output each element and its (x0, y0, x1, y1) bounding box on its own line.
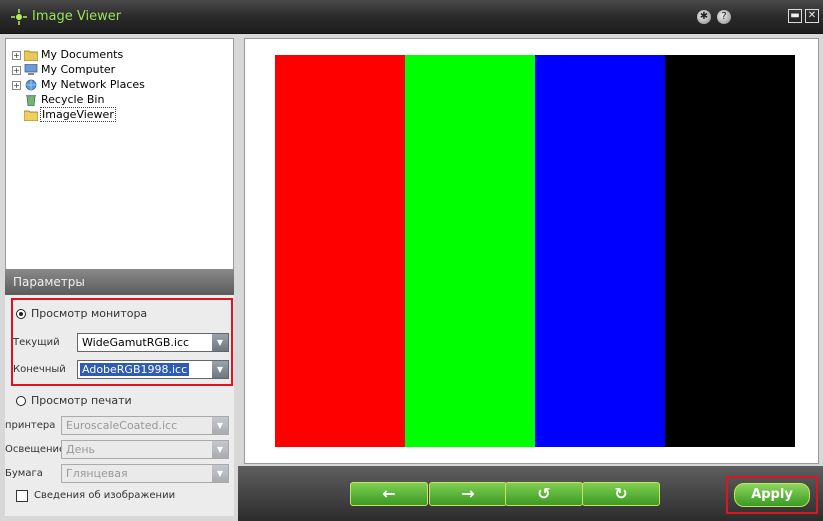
tree-item-label: My Network Places (41, 78, 145, 91)
tree-item-label: Recycle Bin (41, 93, 105, 106)
prev-image-button[interactable]: ← (350, 482, 428, 506)
folder-tree: + My Documents + My Computer + My Network P… (12, 47, 145, 122)
image-info-label: Сведения об изображении (34, 490, 176, 501)
image-canvas (275, 55, 795, 447)
black-stripe (665, 55, 795, 447)
lighting-value: День (66, 443, 96, 456)
next-image-button[interactable]: → (429, 482, 507, 506)
monitor-view-radio[interactable] (16, 309, 26, 319)
paper-label: Бумага (5, 468, 43, 479)
documents-folder-icon (24, 50, 38, 61)
paper-value: Глянцевая (66, 467, 128, 480)
current-profile-value: WideGamutRGB.icc (82, 336, 190, 349)
expand-icon[interactable]: + (12, 65, 21, 75)
apply-button[interactable]: Apply (734, 483, 810, 507)
tree-item-label: ImageViewer (40, 107, 116, 122)
settings-icon[interactable]: ✱ (697, 10, 711, 24)
print-view-label: Просмотр печати (31, 394, 132, 407)
green-stripe (405, 55, 535, 447)
chevron-down-icon: ▼ (212, 334, 228, 351)
folder-icon (24, 110, 38, 121)
printer-label: принтера (5, 420, 56, 431)
tree-item-imageviewer[interactable]: ImageViewer (12, 107, 145, 122)
target-profile-select[interactable]: AdobeRGB1998.icc ▼ (77, 360, 229, 379)
app-logo-icon (11, 9, 27, 25)
rotate-left-button[interactable]: ↺ (505, 482, 583, 506)
target-profile-value: AdobeRGB1998.icc (80, 363, 190, 376)
minimize-icon[interactable]: ▬ (788, 9, 802, 23)
monitor-view-label: Просмотр монитора (31, 307, 148, 320)
tree-item-my-computer[interactable]: + My Computer (12, 62, 145, 77)
tree-item-my-documents[interactable]: + My Documents (12, 47, 145, 62)
chevron-down-icon: ▼ (212, 417, 228, 434)
chevron-down-icon: ▼ (212, 361, 228, 378)
chevron-down-icon: ▼ (212, 465, 228, 482)
expand-icon[interactable]: + (12, 80, 21, 90)
expand-icon[interactable]: + (12, 50, 21, 60)
red-stripe (275, 55, 405, 447)
current-profile-label: Текущий (13, 337, 60, 348)
target-profile-label: Конечный (13, 364, 66, 375)
network-icon (25, 79, 37, 91)
chevron-down-icon: ▼ (212, 441, 228, 458)
title-bar: Image Viewer ✱ ? ▬ ✕ (0, 0, 823, 34)
paper-select[interactable]: Глянцевая ▼ (61, 464, 229, 483)
rotate-right-button[interactable]: ↻ (582, 482, 660, 506)
printer-profile-value: EuroscaleCoated.icc (66, 419, 178, 432)
lighting-select[interactable]: День ▼ (61, 440, 229, 459)
tree-item-label: My Documents (41, 48, 124, 61)
tree-item-label: My Computer (41, 63, 116, 76)
params-header: Параметры (5, 269, 234, 295)
tree-item-recycle-bin[interactable]: Recycle Bin (12, 92, 145, 107)
recycle-bin-icon (26, 95, 36, 106)
help-button[interactable]: ? (717, 10, 731, 24)
blue-stripe (535, 55, 665, 447)
print-view-radio[interactable] (16, 396, 26, 406)
printer-profile-select[interactable]: EuroscaleCoated.icc ▼ (61, 416, 229, 435)
window-title: Image Viewer (32, 9, 122, 24)
current-profile-select[interactable]: WideGamutRGB.icc ▼ (77, 333, 229, 352)
tree-item-my-network-places[interactable]: + My Network Places (12, 77, 145, 92)
lighting-label: Освещение (5, 444, 66, 455)
image-info-checkbox[interactable] (16, 490, 28, 502)
close-icon[interactable]: ✕ (805, 9, 819, 23)
computer-icon (24, 64, 38, 75)
